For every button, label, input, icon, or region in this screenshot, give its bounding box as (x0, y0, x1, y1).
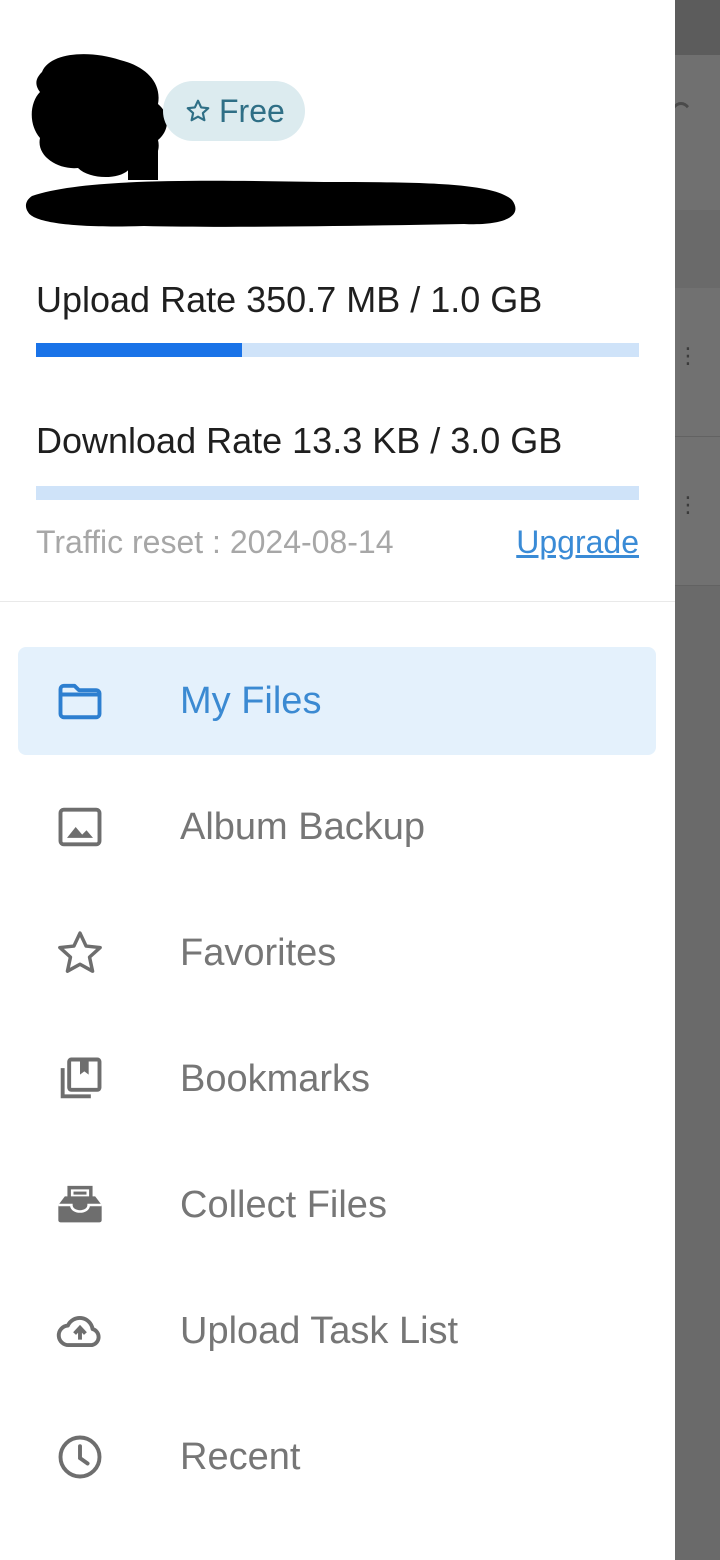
star-outline-icon (186, 99, 210, 122)
inbox-icon (54, 1179, 106, 1231)
redacted-avatar (31, 54, 167, 180)
menu-item-recent[interactable]: Recent (18, 1403, 656, 1511)
background-more-icon: ⋮ (677, 494, 699, 516)
upgrade-link[interactable]: Upgrade (516, 524, 639, 561)
upload-progress-bar (36, 343, 639, 357)
menu-item-label: Upload Task List (180, 1309, 459, 1352)
menu-item-album-backup[interactable]: Album Backup (18, 773, 656, 881)
menu-item-label: Recent (180, 1435, 301, 1478)
menu-item-label: Bookmarks (180, 1057, 371, 1100)
plan-badge[interactable]: Free (163, 81, 305, 141)
menu-item-collect-files[interactable]: Collect Files (18, 1151, 656, 1259)
upload-progress-fill (36, 343, 243, 357)
download-rate-label: Download Rate 13.3 KB / 3.0 GB (36, 420, 563, 461)
menu-item-label: My Files (180, 679, 322, 722)
clock-icon (54, 1431, 106, 1483)
folder-icon (54, 675, 106, 727)
cloud-upload-icon (54, 1305, 106, 1357)
star-icon (54, 927, 106, 979)
background-more-icon: ⋮ (677, 345, 699, 367)
traffic-reset-text: Traffic reset : 2024-08-14 (36, 524, 394, 560)
background-status-area (675, 0, 720, 55)
menu-item-upload-task-list[interactable]: Upload Task List (18, 1277, 656, 1385)
menu-item-my-files[interactable]: My Files (18, 647, 656, 755)
download-progress-bar (36, 486, 639, 500)
menu-item-label: Favorites (180, 931, 337, 974)
menu-item-label: Album Backup (180, 805, 426, 848)
upload-rate-label: Upload Rate 350.7 MB / 1.0 GB (36, 279, 543, 320)
divider (0, 601, 675, 602)
menu-item-label: Collect Files (180, 1183, 387, 1226)
bookmarks-icon (54, 1053, 106, 1105)
navigation-drawer: Free Upload Rate 350.7 MB / 1.0 GB Downl… (0, 0, 675, 1560)
menu-item-bookmarks[interactable]: Bookmarks (18, 1025, 656, 1133)
drawer-menu: My Files Album Backup Favorites Bookmark… (18, 647, 656, 1529)
plan-label: Free (219, 92, 285, 129)
redacted-username (25, 180, 516, 227)
image-icon (54, 801, 106, 853)
menu-item-favorites[interactable]: Favorites (18, 899, 656, 1007)
